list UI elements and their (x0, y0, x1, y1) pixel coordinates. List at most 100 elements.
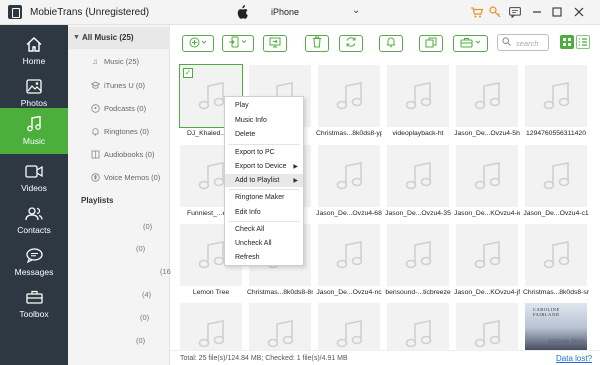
music-tile[interactable] (456, 224, 518, 286)
playlist-item[interactable]: (16 (90, 267, 171, 277)
music-tile[interactable] (456, 303, 518, 350)
playlist-item[interactable]: (0) (90, 244, 168, 254)
music-note-icon (405, 240, 433, 270)
music-tile[interactable] (525, 65, 587, 127)
music-note-icon (405, 319, 433, 349)
playlist-item[interactable]: (0) (90, 222, 168, 232)
all-music-header[interactable]: ▼ All Music (25) (68, 27, 170, 49)
nav-contacts[interactable]: Contacts (0, 200, 68, 240)
music-note-icon (474, 161, 502, 191)
music-tile[interactable] (318, 303, 380, 350)
home-icon (25, 36, 43, 52)
music-note-icon (474, 319, 502, 349)
music-tile[interactable] (525, 224, 587, 286)
menu-item-music-info[interactable]: Music Info (225, 114, 303, 127)
delete-button[interactable] (305, 35, 329, 52)
ringtone-icon (386, 36, 396, 51)
nav-home-label: Home (22, 56, 46, 66)
music-tile[interactable] (456, 145, 518, 207)
playlist-item[interactable]: (0) (90, 336, 168, 346)
music-tile-caption: Jason_De...Ovzu4-35 (385, 210, 451, 217)
music-tile[interactable] (249, 303, 311, 350)
nav-photos[interactable]: Photos (0, 73, 68, 113)
music-tile-caption: Christmas...8k0ds8-yp (316, 130, 382, 137)
nav-toolbox[interactable]: Toolbox (0, 284, 68, 324)
category-audiobooks[interactable]: Audiobooks (0) (90, 149, 154, 159)
feedback-icon[interactable] (507, 4, 523, 20)
music-tile[interactable] (387, 303, 449, 350)
chevron-down-icon[interactable]: ⌄ (352, 5, 360, 16)
nav-music[interactable]: Music (0, 108, 68, 154)
menu-item-add-to-playlist[interactable]: Add to Playlist ▶ (225, 174, 303, 187)
menu-item-export-to-pc[interactable]: Export to PC (225, 146, 303, 159)
list-view-button[interactable] (576, 35, 590, 49)
music-icon (25, 116, 43, 132)
minimize-icon[interactable] (529, 4, 545, 20)
ringtone-maker-button[interactable] (379, 35, 403, 52)
menu-item-ringtone-maker[interactable]: Ringtone Maker (225, 191, 303, 204)
nav-messages[interactable]: Messages (0, 242, 68, 282)
music-tile-caption: Jason_De...Ovzu4-5h (454, 130, 520, 137)
checkbox-checked-icon[interactable]: ✓ (183, 68, 193, 78)
data-lost-link[interactable]: Data lost? (556, 354, 592, 363)
music-tile[interactable] (387, 224, 449, 286)
menu-item-export-to-device[interactable]: Export to Device ▶ (225, 160, 303, 173)
export-to-pc-button[interactable] (263, 35, 287, 52)
restore-icon[interactable] (549, 4, 565, 20)
device-selector-label[interactable]: iPhone (271, 7, 299, 17)
menu-item-play[interactable]: Play (225, 99, 303, 112)
category-itunes-u[interactable]: iTunes U (0) (90, 80, 145, 90)
music-tile-caption: Lemon Tree (192, 289, 230, 296)
add-button[interactable] (182, 35, 214, 52)
menu-item-export-to-device-label: Export to Device (235, 163, 287, 170)
menu-item-uncheck-all[interactable]: Uncheck All (225, 237, 303, 250)
itunes-u-icon (90, 80, 100, 90)
music-note-icon (543, 81, 571, 111)
music-tile[interactable] (387, 65, 449, 127)
category-ringtones[interactable]: Ringtones (0) (90, 126, 149, 136)
playlist-count: (0) (136, 244, 146, 253)
music-tile[interactable] (318, 145, 380, 207)
app-title: MobieTrans (Unregistered) (30, 7, 150, 18)
music-tile[interactable] (318, 65, 380, 127)
music-tile-caption: 1294760556311420 (526, 130, 586, 137)
music-tile-caption: Jason_De...Ovzu4-68 (316, 210, 382, 217)
playlist-item[interactable]: (4) (90, 290, 168, 300)
grid-view-button[interactable] (560, 35, 574, 49)
category-music[interactable]: ♫ Music (25) (90, 56, 139, 66)
playlist-count: (4) (142, 290, 152, 299)
nav-videos[interactable]: Videos (0, 158, 68, 198)
music-tile[interactable] (525, 145, 587, 207)
copy-button[interactable] (419, 35, 443, 52)
submenu-arrow-icon: ▶ (293, 164, 298, 170)
playlist-item[interactable]: (0) (90, 313, 168, 323)
nav-home[interactable]: Home (0, 31, 68, 71)
category-audiobooks-label: Audiobooks (0) (104, 149, 155, 159)
search-icon (502, 37, 511, 48)
activation-watermark: Activate Wind (548, 339, 585, 345)
toolbox-icon (25, 289, 43, 305)
toolbox-dropdown-button[interactable] (453, 35, 488, 52)
close-icon[interactable] (571, 4, 587, 20)
music-tile[interactable] (180, 303, 242, 350)
apple-icon (236, 5, 248, 19)
key-icon[interactable] (487, 4, 503, 20)
category-podcasts[interactable]: Podcasts (0) (90, 103, 146, 113)
menu-item-edit-info[interactable]: Edit Info (225, 206, 303, 219)
all-music-label: All Music (25) (82, 33, 134, 42)
menu-item-check-all[interactable]: Check All (225, 223, 303, 236)
cart-icon[interactable] (469, 4, 485, 20)
export-pc-icon (269, 37, 281, 51)
menu-item-refresh[interactable]: Refresh (225, 251, 303, 264)
search-box[interactable]: search (497, 34, 549, 51)
collapse-triangle-icon[interactable]: ▼ (73, 34, 80, 41)
music-tile[interactable] (456, 65, 518, 127)
category-voice-memos[interactable]: Voice Memos (0) (90, 172, 160, 182)
search-placeholder: search (516, 39, 539, 48)
menu-item-delete[interactable]: Delete (225, 128, 303, 141)
music-tile-caption: videoplayback-ht (392, 130, 444, 137)
music-tile[interactable] (318, 224, 380, 286)
refresh-button[interactable] (339, 35, 363, 52)
export-to-device-button[interactable] (222, 35, 254, 52)
music-tile[interactable] (387, 145, 449, 207)
